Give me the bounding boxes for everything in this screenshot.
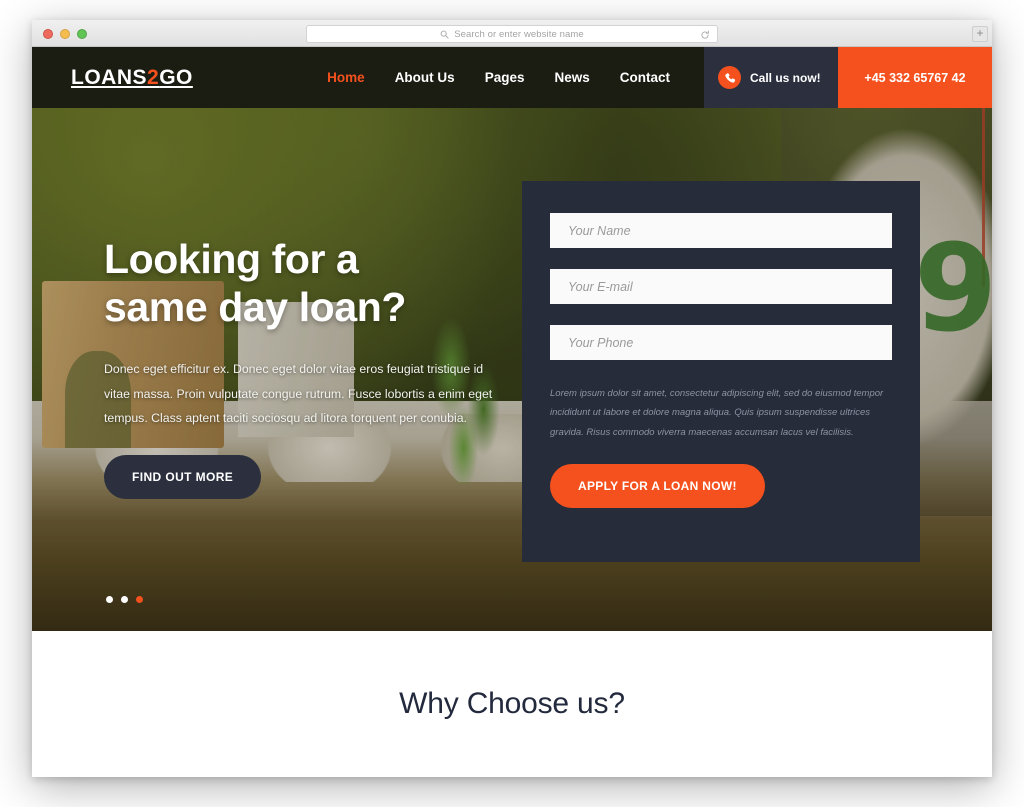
phone-number-block[interactable]: +45 332 65767 42 bbox=[838, 47, 992, 108]
hero-title-line-2: same day loan? bbox=[104, 283, 407, 330]
nav-item-home[interactable]: Home bbox=[327, 70, 365, 85]
address-bar-placeholder: Search or enter website name bbox=[454, 28, 584, 40]
address-bar[interactable]: Search or enter website name bbox=[306, 25, 718, 43]
carousel-dot-1[interactable] bbox=[106, 596, 113, 603]
phone-number-label: +45 332 65767 42 bbox=[864, 70, 966, 85]
traffic-lights bbox=[43, 29, 87, 39]
call-us-block[interactable]: Call us now! bbox=[704, 47, 838, 108]
search-icon bbox=[440, 30, 449, 39]
nav-item-pages[interactable]: Pages bbox=[485, 70, 525, 85]
address-bar-content: Search or enter website name bbox=[440, 29, 584, 40]
hero-paragraph: Donec eget efficitur ex. Donec eget dolo… bbox=[104, 362, 493, 426]
carousel-dots bbox=[106, 596, 143, 603]
why-choose-us-section: Why Choose us? bbox=[32, 631, 992, 776]
nav-item-news[interactable]: News bbox=[554, 70, 589, 85]
find-out-more-button[interactable]: FIND OUT MORE bbox=[104, 454, 262, 499]
site-logo[interactable]: LOANS 2 GO bbox=[32, 47, 193, 108]
phone-icon bbox=[718, 66, 741, 89]
nav-item-contact[interactable]: Contact bbox=[620, 70, 670, 85]
hero-title-line-1: Looking for a bbox=[104, 236, 359, 282]
hero-text-block: Looking for a same day loan? Donec eget … bbox=[104, 236, 524, 499]
apply-for-loan-button[interactable]: APPLY FOR A LOAN NOW! bbox=[550, 464, 765, 509]
why-choose-us-title: Why Choose us? bbox=[399, 686, 625, 720]
name-input[interactable] bbox=[550, 213, 892, 248]
close-window-button[interactable] bbox=[43, 29, 53, 39]
hero-title: Looking for a same day loan? bbox=[104, 236, 524, 331]
new-tab-button[interactable]: + bbox=[972, 26, 988, 42]
loan-application-form: Lorem ipsum dolor sit amet, consectetur … bbox=[522, 181, 920, 562]
zoom-window-button[interactable] bbox=[77, 29, 87, 39]
minimize-window-button[interactable] bbox=[60, 29, 70, 39]
browser-window: Search or enter website name + LOANS 2 GO … bbox=[32, 20, 992, 777]
logo-accent: 2 bbox=[147, 65, 160, 89]
main-navigation: Home About Us Pages News Contact bbox=[193, 47, 704, 108]
site-header: LOANS 2 GO Home About Us Pages News Contac… bbox=[32, 47, 992, 108]
call-us-label: Call us now! bbox=[750, 70, 821, 85]
nav-item-about-us[interactable]: About Us bbox=[395, 70, 455, 85]
hero-section: 9 Looking for a same day loan? Donec ege… bbox=[32, 108, 992, 631]
email-input[interactable] bbox=[550, 269, 892, 304]
carousel-dot-3[interactable] bbox=[136, 596, 143, 603]
reload-icon[interactable] bbox=[700, 30, 710, 40]
logo-text-end: GO bbox=[159, 65, 193, 89]
phone-input[interactable] bbox=[550, 325, 892, 360]
form-disclaimer-text: Lorem ipsum dolor sit amet, consectetur … bbox=[550, 388, 884, 438]
logo-text-main: LOANS bbox=[71, 65, 147, 89]
browser-chrome: Search or enter website name + bbox=[32, 20, 992, 47]
carousel-dot-2[interactable] bbox=[121, 596, 128, 603]
